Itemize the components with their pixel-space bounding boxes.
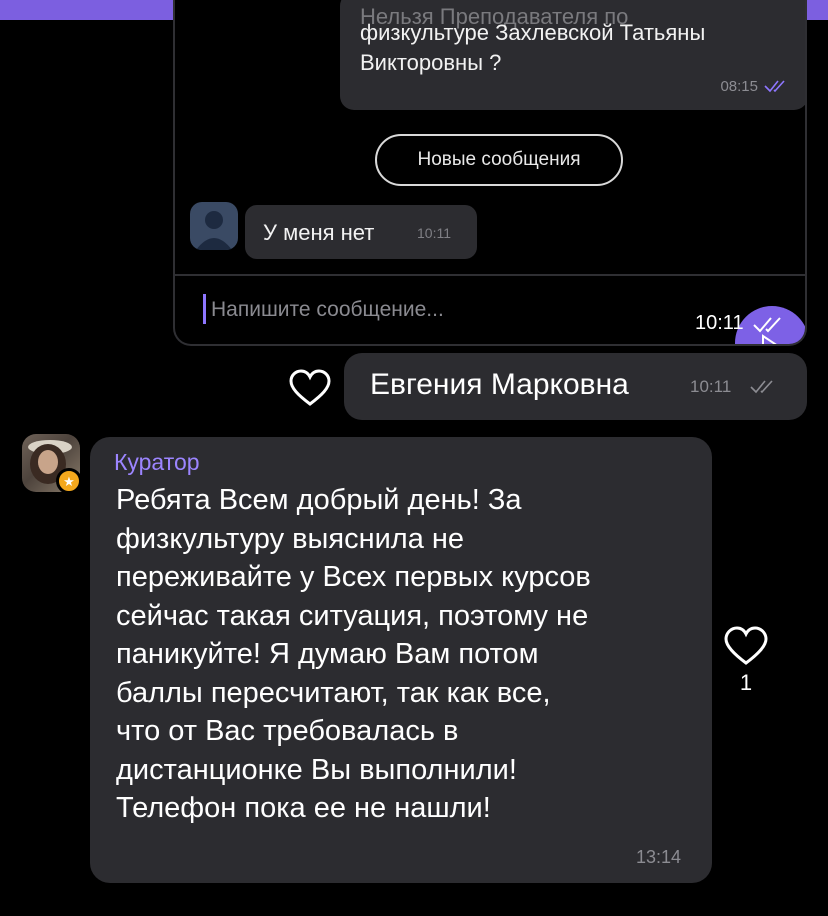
embedded-reply-time: 10:11 [417, 225, 451, 241]
embedded-message-time: 08:15 [720, 78, 758, 95]
embedded-message-line: физкультуре Захлевской Татьяны [360, 20, 706, 45]
new-messages-separator: Новые сообщения [375, 134, 623, 186]
double-check-icon [753, 317, 781, 333]
outgoing-message[interactable]: Евгения Марковна 10:11 [344, 353, 807, 420]
message-time: 13:14 [636, 847, 682, 867]
message-text: Евгения Марковна [370, 368, 629, 401]
heart-icon[interactable] [288, 369, 332, 407]
double-check-icon [764, 80, 785, 93]
incoming-message[interactable]: Куратор Ребята Всем добрый день! За физк… [90, 437, 712, 883]
forwarded-screenshot[interactable]: Нельзя Преподавателя по физкультуре Захл… [173, 0, 807, 346]
sender-name[interactable]: Куратор [114, 449, 200, 476]
embedded-message-line: Викторовны ? [360, 50, 502, 75]
forwarded-message-time: 10:11 [695, 312, 744, 334]
star-icon: ★ [56, 468, 82, 494]
person-icon [196, 211, 232, 250]
text-caret [203, 294, 206, 324]
message-time: 10:11 [690, 377, 732, 396]
embedded-incoming-message: У меня нет 10:11 [245, 205, 477, 259]
embedded-outgoing-message: Нельзя Преподавателя по физкультуре Захл… [340, 0, 805, 110]
double-check-icon [750, 380, 773, 394]
embedded-reply-text: У меня нет [263, 220, 375, 245]
message-text: Ребята Всем добрый день! За физкультуру … [116, 484, 591, 824]
input-placeholder: Напишите сообщение... [211, 298, 444, 321]
embedded-message-input: Напишите сообщение... [203, 292, 623, 326]
user-avatar-icon [190, 202, 238, 250]
divider [175, 274, 805, 276]
heart-icon[interactable] [723, 626, 769, 666]
curator-avatar[interactable]: ★ [22, 434, 82, 494]
like-count: 1 [739, 670, 753, 695]
